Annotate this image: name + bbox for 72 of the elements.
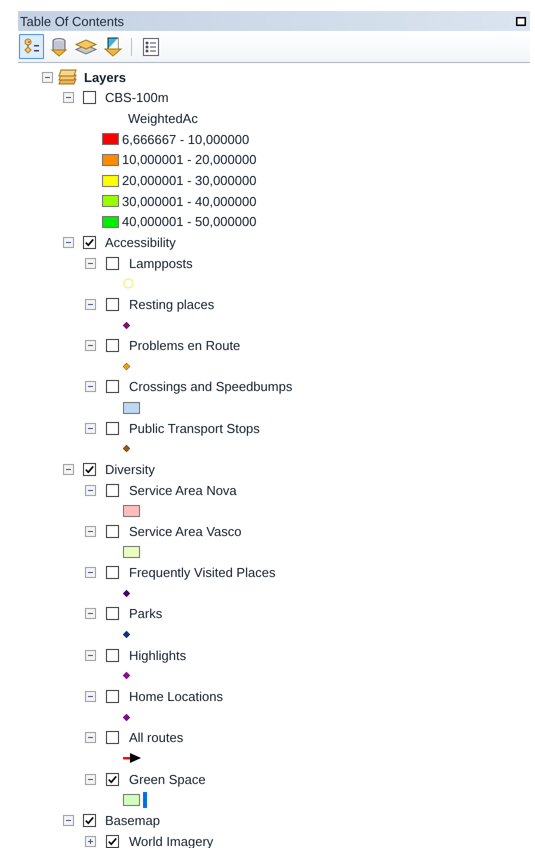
layer-name[interactable]: Crossings and Speedbumps	[129, 379, 292, 394]
collapse-icon[interactable]	[85, 567, 96, 578]
layer-name[interactable]: Parks	[129, 606, 162, 622]
collapse-icon[interactable]	[85, 691, 96, 702]
collapse-icon[interactable]	[63, 92, 74, 104]
layer-name[interactable]: Lampposts	[129, 256, 193, 271]
layer-name[interactable]: All routes	[129, 730, 184, 746]
collapse-icon[interactable]	[85, 381, 96, 392]
layers-icon	[74, 38, 96, 56]
data-frame-name[interactable]: Layers	[84, 70, 126, 85]
layer-name[interactable]: Green Space	[129, 772, 206, 787]
legend-heading: WeightedAc	[128, 111, 198, 126]
checkbox[interactable]	[106, 298, 119, 311]
checkbox[interactable]	[106, 524, 119, 538]
selection-layer-icon	[102, 36, 122, 56]
collapse-icon[interactable]	[85, 298, 96, 310]
collapse-icon[interactable]	[85, 340, 96, 352]
maximize-icon[interactable]	[516, 16, 526, 26]
group-layer-name[interactable]: Accessibility	[105, 234, 176, 250]
checkbox[interactable]	[83, 814, 96, 827]
arrow-symbol-icon	[123, 753, 141, 764]
checkbox[interactable]	[106, 731, 119, 744]
group-layer-name[interactable]: Basemap	[105, 812, 160, 828]
checkbox[interactable]	[106, 380, 119, 394]
group-layer-name[interactable]: Diversity	[105, 462, 155, 477]
layer-stack-icon	[58, 69, 77, 86]
layer-name[interactable]: Frequently Visited Places	[129, 565, 276, 580]
layer-name[interactable]: Service Area Nova	[129, 482, 237, 498]
layer-name[interactable]: World Imagery	[129, 834, 214, 848]
collapse-icon[interactable]	[63, 464, 74, 475]
collapse-icon[interactable]	[85, 484, 96, 496]
checkbox[interactable]	[106, 422, 119, 435]
legend-class-label: 10,000001 - 20,000000	[122, 152, 256, 168]
list-by-drawing-order-icon	[22, 38, 40, 56]
legend-class-label: 30,000001 - 40,000000	[122, 194, 256, 209]
toolbar-button[interactable]	[19, 34, 44, 59]
checkbox[interactable]	[83, 236, 96, 249]
checkbox[interactable]	[106, 339, 119, 352]
collapse-icon[interactable]	[85, 608, 96, 620]
layer-name[interactable]: Resting places	[129, 296, 214, 312]
panel-title: Table Of Contents	[20, 14, 124, 28]
layer-name[interactable]: Problems en Route	[129, 338, 240, 354]
collapse-icon[interactable]	[63, 236, 74, 248]
collapse-icon[interactable]	[85, 258, 96, 269]
collapse-icon[interactable]	[85, 526, 96, 537]
layer-name[interactable]: Public Transport Stops	[129, 420, 260, 436]
layer-name[interactable]: Service Area Vasco	[129, 524, 242, 539]
legend-class-label: 6,666667 - 10,000000	[122, 132, 250, 147]
checkbox[interactable]	[106, 256, 119, 270]
checkbox[interactable]	[106, 566, 119, 580]
checkbox[interactable]	[106, 834, 119, 848]
options-list-icon	[142, 38, 158, 56]
collapse-icon[interactable]	[85, 422, 96, 434]
checkbox[interactable]	[106, 607, 119, 620]
group-layer-name[interactable]: CBS-100m	[105, 90, 169, 106]
layer-name[interactable]: Home Locations	[129, 689, 223, 704]
collapse-icon[interactable]	[85, 732, 96, 744]
expand-icon[interactable]	[85, 836, 96, 847]
checkbox[interactable]	[83, 91, 96, 104]
checkbox[interactable]	[106, 648, 119, 662]
layer-name[interactable]: Highlights	[129, 648, 186, 663]
legend-class-label: 20,000001 - 30,000000	[122, 173, 256, 188]
legend-class-label: 40,000001 - 50,000000	[122, 214, 256, 230]
checkbox[interactable]	[106, 690, 119, 704]
checkbox[interactable]	[106, 772, 119, 786]
database-icon	[50, 36, 68, 56]
collapse-icon[interactable]	[85, 650, 96, 661]
checkbox[interactable]	[106, 484, 119, 497]
checkbox[interactable]	[83, 462, 96, 476]
collapse-icon[interactable]	[42, 72, 53, 83]
collapse-icon[interactable]	[63, 814, 74, 826]
collapse-icon[interactable]	[85, 774, 96, 785]
